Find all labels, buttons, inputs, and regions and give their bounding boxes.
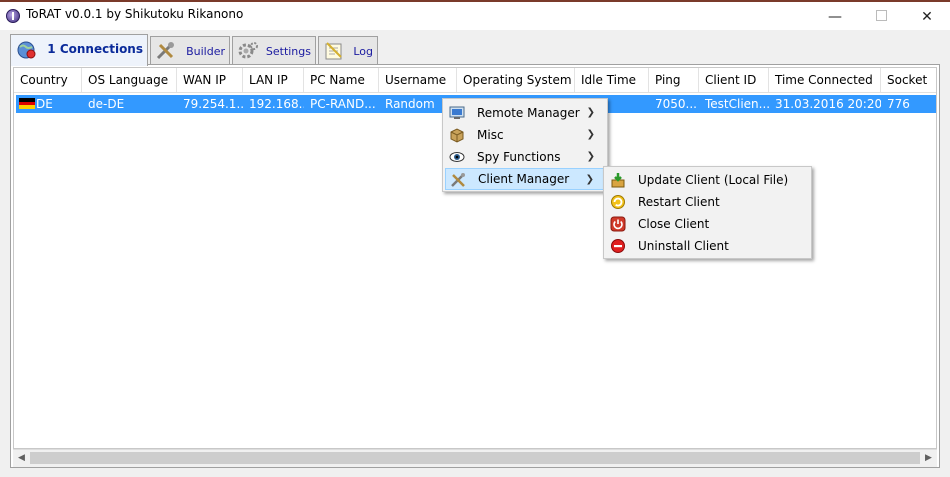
title-bar: ToRAT v0.0.1 by Shikutoku Rikanono — ✕ bbox=[0, 0, 950, 30]
column-header-os-language[interactable]: OS Language bbox=[82, 68, 177, 92]
scroll-left-icon[interactable]: ◀ bbox=[13, 450, 30, 467]
column-header-country[interactable]: Country bbox=[14, 68, 82, 92]
menu-item-label: Misc bbox=[477, 128, 504, 142]
column-header-username[interactable]: Username bbox=[379, 68, 457, 92]
tab-label: Builder bbox=[186, 45, 225, 58]
column-header-wan-ip[interactable]: WAN IP bbox=[177, 68, 243, 92]
maximize-icon bbox=[875, 10, 887, 21]
misc-box-icon bbox=[450, 128, 464, 143]
client-manager-submenu: Update Client (Local File) Restart Clien… bbox=[603, 166, 812, 259]
remote-manager-icon bbox=[449, 106, 465, 119]
menu-item-uninstall-client[interactable]: Uninstall Client bbox=[606, 235, 810, 257]
menu-item-misc[interactable]: Misc ❯ bbox=[445, 124, 605, 146]
notepad-icon bbox=[325, 42, 342, 60]
power-icon bbox=[610, 216, 626, 232]
restart-icon bbox=[611, 195, 625, 209]
window-title: ToRAT v0.0.1 by Shikutoku Rikanono bbox=[26, 7, 244, 21]
tab-label: Log bbox=[353, 45, 373, 58]
menu-item-label: Client Manager bbox=[478, 172, 570, 186]
eye-icon bbox=[449, 152, 465, 162]
column-header-time-connected[interactable]: Time Connected bbox=[769, 68, 881, 92]
cell-lan-ip: 192.168.... bbox=[249, 97, 304, 111]
tab-builder[interactable]: Builder bbox=[150, 36, 230, 64]
menu-item-spy-functions[interactable]: Spy Functions ❯ bbox=[445, 146, 605, 168]
cell-wan-ip: 79.254.1... bbox=[183, 97, 243, 111]
chevron-right-icon: ❯ bbox=[586, 107, 595, 118]
menu-item-label: Remote Manager bbox=[477, 106, 580, 120]
column-header-ping[interactable]: Ping bbox=[649, 68, 699, 92]
menu-item-close-client[interactable]: Close Client bbox=[606, 213, 810, 235]
chevron-right-icon: ❯ bbox=[586, 151, 595, 162]
menu-item-label: Uninstall Client bbox=[638, 239, 729, 253]
maximize-button[interactable] bbox=[858, 4, 904, 30]
globe-icon bbox=[17, 41, 36, 59]
minimize-button[interactable]: — bbox=[812, 4, 858, 30]
cell-client-id: TestClien... bbox=[705, 97, 769, 111]
list-header: Country OS Language WAN IP LAN IP PC Nam… bbox=[14, 68, 936, 93]
chevron-right-icon: ❯ bbox=[585, 174, 594, 185]
tab-label: Settings bbox=[265, 45, 311, 58]
menu-item-label: Spy Functions bbox=[477, 150, 561, 164]
tools-icon bbox=[156, 42, 174, 60]
column-header-idle-time[interactable]: Idle Time bbox=[575, 68, 649, 92]
scrollbar-thumb[interactable] bbox=[30, 452, 920, 464]
chevron-right-icon: ❯ bbox=[586, 129, 595, 140]
cell-os-language: de-DE bbox=[88, 97, 125, 111]
column-header-client-id[interactable]: Client ID bbox=[699, 68, 769, 92]
cell-socket: 776 bbox=[887, 97, 910, 111]
menu-item-client-manager[interactable]: Client Manager ❯ bbox=[445, 168, 605, 190]
column-header-lan-ip[interactable]: LAN IP bbox=[243, 68, 304, 92]
cell-time-connected: 31.03.2016 20:20:26 bbox=[775, 97, 881, 111]
menu-item-label: Update Client (Local File) bbox=[638, 173, 789, 187]
cell-country: DE bbox=[36, 97, 53, 111]
tab-log[interactable]: Log bbox=[318, 36, 378, 64]
scroll-right-icon[interactable]: ▶ bbox=[920, 450, 937, 467]
client-manager-icon bbox=[451, 173, 465, 187]
column-header-socket[interactable]: Socket bbox=[881, 68, 936, 92]
menu-item-label: Restart Client bbox=[638, 195, 720, 209]
cell-pc-name: PC-RAND... bbox=[310, 97, 376, 111]
menu-item-remote-manager[interactable]: Remote Manager ❯ bbox=[445, 102, 605, 124]
horizontal-scrollbar[interactable]: ◀ ▶ bbox=[13, 449, 937, 467]
column-header-operating-system[interactable]: Operating System bbox=[457, 68, 575, 92]
cell-ping: 7050... bbox=[655, 97, 697, 111]
menu-item-restart-client[interactable]: Restart Client bbox=[606, 191, 810, 213]
app-icon bbox=[6, 9, 20, 23]
close-window-button[interactable]: ✕ bbox=[904, 4, 950, 30]
uninstall-icon bbox=[611, 239, 625, 253]
column-header-pc-name[interactable]: PC Name bbox=[304, 68, 379, 92]
tab-settings[interactable]: Settings bbox=[232, 36, 316, 64]
context-menu: Remote Manager ❯ Misc ❯ Spy Functions ❯ … bbox=[442, 98, 608, 192]
tab-label: 1 Connections bbox=[47, 42, 143, 56]
menu-item-label: Close Client bbox=[638, 217, 710, 231]
gear-icon bbox=[238, 42, 258, 59]
update-icon bbox=[611, 173, 625, 188]
menu-item-update-client[interactable]: Update Client (Local File) bbox=[606, 169, 810, 191]
tab-connections[interactable]: 1 Connections bbox=[10, 34, 148, 66]
